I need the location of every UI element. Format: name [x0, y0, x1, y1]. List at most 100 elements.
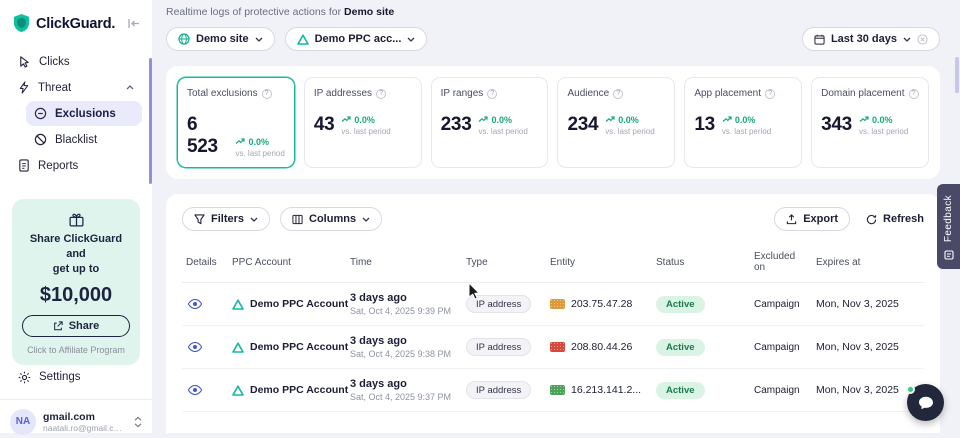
chevron-up-down-icon	[134, 416, 142, 428]
stat-period: vs. last period	[859, 127, 908, 136]
sidebar-scrollbar[interactable]	[149, 58, 152, 184]
excluded-on: Campaign	[754, 385, 800, 396]
expires-at: Mon, Nov 3, 2025	[816, 384, 899, 396]
lightning-icon	[18, 81, 30, 94]
columns-button[interactable]: Columns	[280, 207, 382, 231]
account-name: Demo PPC Account	[250, 341, 348, 353]
info-icon[interactable]: ?	[909, 89, 919, 99]
chevron-down-icon	[903, 37, 911, 42]
sidebar-nav: Clicks Threat Exclusions Blacklist	[10, 48, 142, 179]
chat-bubble-icon	[918, 396, 934, 410]
online-status-dot	[906, 385, 915, 394]
sidebar-collapse-icon[interactable]	[127, 18, 140, 29]
filter-row: Demo site Demo PPC acc... Last 30 days	[166, 27, 940, 51]
trend-up-icon	[341, 115, 351, 125]
status-badge: Active	[656, 296, 705, 313]
info-icon[interactable]: ?	[487, 89, 497, 99]
col-status: Status	[652, 245, 750, 283]
clickguard-logo-icon	[12, 13, 31, 34]
col-expires-at: Expires at	[812, 245, 924, 283]
entity-value: 16.213.141.2...	[571, 384, 641, 396]
type-badge: IP address	[466, 381, 531, 399]
stat-card-ip-addresses[interactable]: IP addresses? 43 0.0% vs. last period	[304, 77, 422, 168]
trend-up-icon	[235, 137, 245, 147]
ppc-account-icon	[232, 342, 244, 353]
country-flag-icon	[550, 385, 565, 395]
site-filter-dropdown[interactable]: Demo site	[166, 27, 275, 51]
chevron-down-icon	[255, 37, 263, 42]
sidebar-item-clicks[interactable]: Clicks	[10, 49, 142, 74]
clear-icon[interactable]	[917, 34, 928, 45]
country-flag-icon	[550, 342, 565, 352]
type-badge: IP address	[466, 295, 531, 313]
user-email: naatali.ro@gmail.com	[43, 423, 125, 433]
time-relative: 3 days ago	[350, 292, 458, 304]
ppc-account-icon	[232, 299, 244, 310]
sidebar-item-exclusions[interactable]: Exclusions	[26, 101, 142, 126]
stat-value: 234	[567, 114, 598, 136]
stat-change: 0.0%	[491, 115, 512, 125]
account-name: Demo PPC Account	[250, 298, 348, 310]
stat-card-total-exclusions[interactable]: Total exclusions? 6 523 0.0% vs. last pe…	[177, 77, 295, 168]
exclusions-table: Details PPC Account Time Type Entity Sta…	[182, 245, 924, 412]
filters-button[interactable]: Filters	[182, 207, 270, 231]
table-row: Demo PPC Account 3 days agoSat, Oct 4, 2…	[182, 326, 924, 369]
sidebar-item-blacklist[interactable]: Blacklist	[26, 127, 142, 152]
col-details: Details	[182, 245, 228, 283]
chevron-down-icon	[250, 217, 258, 222]
ppc-account-filter-dropdown[interactable]: Demo PPC acc...	[285, 27, 428, 51]
share-icon	[53, 321, 63, 331]
account-name: Demo PPC Account	[250, 384, 348, 396]
entity-value: 208.80.44.26	[571, 341, 632, 353]
info-icon[interactable]: ?	[376, 89, 386, 99]
type-badge: IP address	[466, 338, 531, 356]
brand-name: ClickGuard.	[36, 16, 115, 32]
prohibited-icon	[34, 133, 47, 146]
details-eye-icon[interactable]	[186, 340, 204, 354]
info-icon[interactable]: ?	[262, 89, 272, 99]
refresh-button[interactable]: Refresh	[866, 213, 924, 225]
status-badge: Active	[656, 382, 705, 399]
globe-icon	[178, 33, 190, 45]
table-header-row: Details PPC Account Time Type Entity Sta…	[182, 245, 924, 283]
sidebar-item-reports[interactable]: Reports	[10, 153, 142, 178]
page-scrollbar-thumb[interactable]	[955, 57, 959, 93]
date-range-dropdown[interactable]: Last 30 days	[802, 27, 940, 51]
info-icon[interactable]: ?	[765, 89, 775, 99]
status-badge: Active	[656, 339, 705, 356]
feedback-tab[interactable]: Feedback	[937, 184, 960, 269]
affiliate-program-link[interactable]: Click to Affiliate Program	[22, 345, 130, 355]
site-name: Demo site	[344, 6, 394, 18]
time-relative: 3 days ago	[350, 335, 458, 347]
user-account-selector[interactable]: NA gmail.com naatali.ro@gmail.com	[0, 399, 152, 438]
exclusions-log-card: Filters Columns Export	[166, 194, 940, 433]
affiliate-promo-card[interactable]: Share ClickGuard and get up to $10,000 S…	[12, 199, 140, 365]
main-content: Realtime logs of protective actions for …	[152, 0, 960, 433]
sidebar-item-threat[interactable]: Threat	[10, 75, 142, 100]
chevron-down-icon	[407, 37, 415, 42]
share-button[interactable]: Share	[22, 315, 130, 337]
stat-period: vs. last period	[478, 127, 527, 136]
export-button[interactable]: Export	[774, 207, 850, 231]
chat-launcher-button[interactable]	[907, 384, 944, 421]
stat-period: vs. last period	[341, 127, 390, 136]
stat-card-domain-placement[interactable]: Domain placement? 343 0.0% vs. last peri…	[811, 77, 929, 168]
columns-icon	[292, 214, 303, 225]
sidebar-item-settings[interactable]: Settings	[10, 365, 142, 390]
expires-at: Mon, Nov 3, 2025	[816, 341, 899, 353]
trend-up-icon	[605, 115, 615, 125]
stat-change: 0.0%	[354, 115, 375, 125]
details-eye-icon[interactable]	[186, 383, 204, 397]
details-eye-icon[interactable]	[186, 297, 204, 311]
export-icon	[786, 214, 797, 225]
stat-card-audience[interactable]: Audience? 234 0.0% vs. last period	[557, 77, 675, 168]
ppc-account-icon	[232, 385, 244, 396]
promo-text: Share ClickGuard and get up to	[22, 232, 130, 277]
info-icon[interactable]: ?	[613, 89, 623, 99]
stat-change: 0.0%	[872, 115, 893, 125]
stat-card-app-placement[interactable]: App placement? 13 0.0% vs. last period	[684, 77, 802, 168]
stat-value: 343	[821, 114, 852, 136]
refresh-icon	[866, 214, 877, 225]
stat-card-ip-ranges[interactable]: IP ranges? 233 0.0% vs. last period	[431, 77, 549, 168]
col-ppc-account: PPC Account	[228, 245, 346, 283]
